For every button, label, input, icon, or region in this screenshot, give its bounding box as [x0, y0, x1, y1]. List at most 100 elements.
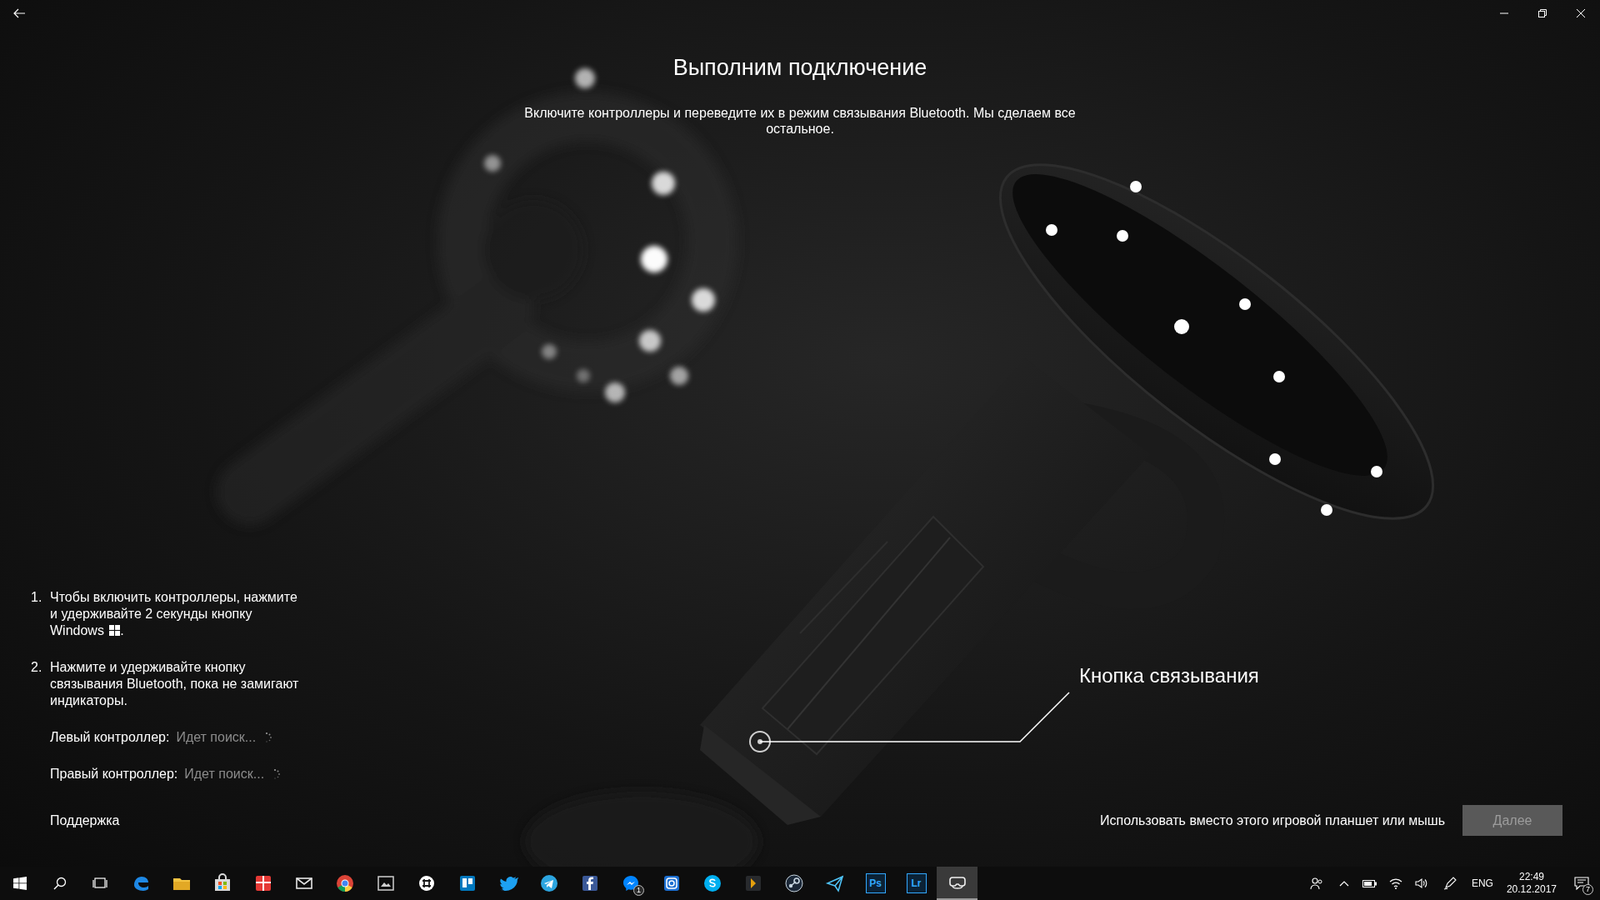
- windows-logo-icon: [109, 625, 120, 636]
- taskbar-app[interactable]: [773, 866, 815, 900]
- volume-button[interactable]: [1409, 866, 1435, 900]
- close-button[interactable]: [1561, 0, 1600, 27]
- action-center-button[interactable]: 7: [1563, 866, 1600, 900]
- system-tray: ENG22:4920.12.20177: [1301, 866, 1600, 900]
- controller-status-row: Правый контроллер: Идет поиск...: [50, 765, 365, 783]
- taskbar-app[interactable]: [569, 866, 610, 900]
- actions: Использовать вместо этого игровой планше…: [1100, 805, 1563, 836]
- mixed-reality-portal-window: Кнопка связывания Выполним подключение Вкл…: [0, 0, 1600, 900]
- controller-status: Идет поиск...: [175, 729, 256, 746]
- clock-date: 20.12.2017: [1506, 883, 1557, 896]
- minimize-icon: [1500, 9, 1509, 18]
- people-button[interactable]: [1301, 866, 1332, 900]
- trello-icon: [457, 873, 478, 894]
- taskbar-app[interactable]: [814, 866, 855, 900]
- step-item: 2.Нажмите и удерживайте кнопку связывани…: [30, 659, 365, 710]
- store-icon: [212, 873, 233, 894]
- telegram-icon: [539, 873, 560, 894]
- header: Выполним подключение Включите контроллеры…: [0, 26, 1600, 137]
- taskbar-app[interactable]: 1: [610, 866, 651, 900]
- twitter-icon: [498, 873, 519, 894]
- spinner-icon: [260, 731, 273, 744]
- gift-icon: [253, 873, 274, 894]
- search-button[interactable]: [40, 866, 80, 900]
- windows-start-icon: [13, 876, 27, 890]
- controller-status-list: Левый контроллер:Идет поиск...Правый кон…: [30, 729, 365, 783]
- mixed-reality-headset-icon: [947, 872, 968, 893]
- taskbar-app[interactable]: [242, 866, 284, 900]
- pen-workspace-button[interactable]: [1435, 866, 1465, 900]
- support-link[interactable]: Поддержка: [50, 812, 120, 830]
- chevron-up-icon: [1339, 880, 1350, 887]
- close-icon: [1576, 9, 1585, 18]
- title-bar: [0, 0, 1600, 27]
- page-title: Выполним подключение: [673, 54, 928, 81]
- app-window-icon: [375, 873, 396, 894]
- clock-button[interactable]: 22:4920.12.2017: [1500, 866, 1564, 900]
- step-item: 1.Чтобы включить контроллеры, нажмите и …: [30, 589, 365, 640]
- back-button[interactable]: [0, 0, 39, 27]
- step-number: 1.: [30, 589, 50, 640]
- skype-icon: [702, 873, 723, 894]
- facebook-icon: [580, 873, 600, 894]
- steps-list: 1.Чтобы включить контроллеры, нажмите и …: [30, 589, 365, 710]
- back-arrow-icon: [12, 6, 26, 20]
- taskbar: 1PsLrENG22:4920.12.20177: [0, 866, 1600, 900]
- controller-label: Правый контроллер:: [50, 765, 178, 783]
- window-controls: [1485, 0, 1600, 27]
- chrome-icon: [335, 873, 355, 894]
- callout-label: Кнопка связывания: [1079, 663, 1260, 689]
- clock-time: 22:49: [1519, 870, 1545, 884]
- next-button[interactable]: Далее: [1462, 805, 1563, 836]
- taskbar-app[interactable]: [528, 866, 570, 900]
- show-hidden-icons-button[interactable]: [1331, 866, 1357, 900]
- taskbar-app[interactable]: [691, 866, 733, 900]
- wifi-icon: [1389, 877, 1403, 890]
- battery-icon: [1362, 878, 1378, 889]
- taskbar-app[interactable]: [283, 866, 325, 900]
- controller-status: Идет поиск...: [184, 765, 265, 783]
- task-view-button[interactable]: [80, 866, 120, 900]
- step-text: Нажмите и удерживайте кнопку связывания …: [50, 659, 309, 710]
- taskbar-app[interactable]: [324, 866, 365, 900]
- page-subtitle: Включите контроллеры и переведите их в р…: [516, 105, 1084, 137]
- notification-badge: 1: [633, 885, 645, 896]
- taskbar-app[interactable]: Lr: [895, 866, 937, 900]
- slack-icon: [416, 873, 437, 894]
- mail-icon: [294, 873, 315, 894]
- taskbar-app[interactable]: [936, 866, 978, 900]
- taskbar-app[interactable]: [405, 866, 447, 900]
- step-text: Чтобы включить контроллеры, нажмите и уд…: [50, 589, 309, 640]
- taskbar-app[interactable]: [732, 866, 774, 900]
- taskbar-app[interactable]: [487, 866, 529, 900]
- taskbar-app[interactable]: Ps: [855, 866, 896, 900]
- taskbar-app[interactable]: [201, 866, 243, 900]
- battery-button[interactable]: [1356, 866, 1384, 900]
- pen-icon: [1443, 876, 1457, 890]
- controller-label: Левый контроллер:: [50, 729, 170, 746]
- spinner-icon: [269, 768, 281, 780]
- taskbar-app[interactable]: [120, 866, 161, 900]
- taskbar-app[interactable]: [650, 866, 692, 900]
- start-button[interactable]: [0, 866, 40, 900]
- notification-count-badge: 7: [1582, 884, 1594, 895]
- taskbar-app[interactable]: [365, 866, 406, 900]
- input-language-button[interactable]: ENG: [1465, 866, 1500, 900]
- adobe-app-badge: Lr: [906, 873, 927, 894]
- bottom-panel: 1.Чтобы включить контроллеры, нажмите и …: [0, 589, 1600, 867]
- taskbar-app[interactable]: [446, 866, 488, 900]
- use-gamepad-link[interactable]: Использовать вместо этого игровой планше…: [1100, 812, 1445, 830]
- minimize-button[interactable]: [1485, 0, 1524, 27]
- restore-button[interactable]: [1523, 0, 1562, 27]
- restore-icon: [1538, 9, 1547, 18]
- task-view-icon: [92, 876, 108, 890]
- instagram-icon: [661, 873, 682, 894]
- network-button[interactable]: [1383, 866, 1410, 900]
- edge-icon: [130, 873, 151, 894]
- folder-icon: [171, 873, 192, 894]
- search-icon: [53, 876, 67, 890]
- plex-icon: [743, 873, 764, 894]
- speaker-icon: [1415, 877, 1429, 890]
- instructions: 1.Чтобы включить контроллеры, нажмите и …: [30, 589, 365, 836]
- taskbar-app[interactable]: [160, 866, 202, 900]
